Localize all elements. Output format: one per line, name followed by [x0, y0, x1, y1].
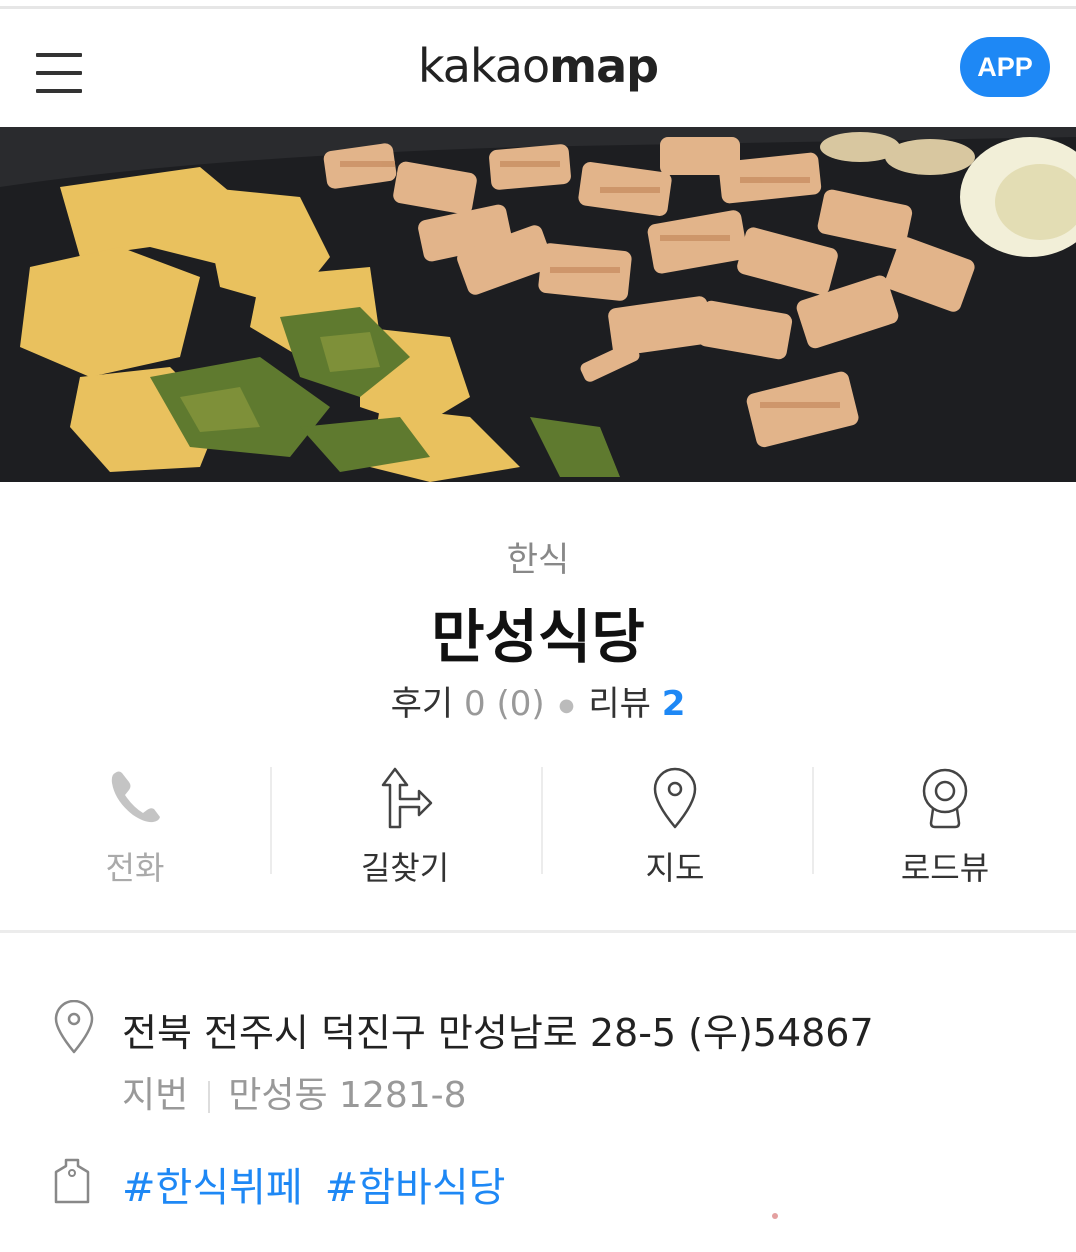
grill-photo-illustration [0, 127, 1076, 482]
blog-reviews-label: 리뷰 [588, 684, 651, 724]
section-divider [0, 930, 1076, 933]
open-app-button[interactable]: APP [960, 37, 1050, 97]
phone-icon [111, 771, 160, 823]
roadview-button[interactable]: 로드뷰 [810, 765, 1076, 887]
jibun-address: 지번 만성동 1281-8 [122, 1066, 467, 1118]
reviews-count: 0 (0) [464, 684, 545, 724]
jibun-separator [208, 1081, 211, 1113]
place-title: 만성식당 [431, 603, 645, 671]
jibun-label: 지번 [122, 1075, 189, 1116]
blog-reviews-count: 2 [661, 684, 686, 724]
roadview-icon [922, 768, 968, 829]
kakaomap-logo[interactable]: kakaomap [0, 39, 1076, 93]
decorative-dot [772, 1213, 778, 1219]
logo-light-text: kakao [417, 39, 550, 93]
reviews-label: 후기 [390, 684, 454, 724]
action-divider [541, 767, 543, 874]
action-divider [812, 767, 814, 874]
separator-dot: ● [558, 695, 575, 716]
directions-icon [381, 767, 433, 829]
blog-reviews-link[interactable]: 리뷰 2 [588, 684, 685, 724]
tag-icon [54, 1158, 90, 1204]
reviews-link[interactable]: 후기 0 (0) [391, 684, 545, 724]
tag-link[interactable]: #함바식당 [325, 1165, 506, 1211]
place-category: 한식 [506, 540, 570, 580]
jibun-value: 만성동 1281-8 [228, 1075, 467, 1116]
place-photo[interactable] [0, 127, 1076, 482]
action-divider [270, 767, 272, 874]
directions-label: 길찾기 [360, 849, 450, 887]
tag-list: #한식뷔페 #함바식당 [122, 1155, 527, 1213]
map-button[interactable]: 지도 [540, 765, 810, 887]
location-pin-icon [54, 1000, 94, 1054]
roadview-label: 로드뷰 [900, 849, 990, 887]
call-button[interactable]: 전화 [0, 765, 270, 887]
app-header: kakaomap APP [0, 9, 1076, 127]
action-bar: 전화 길찾기 지도 로드뷰 [0, 765, 1076, 887]
tag-link[interactable]: #한식뷔페 [122, 1165, 303, 1211]
call-label: 전화 [105, 849, 165, 887]
map-label: 지도 [645, 849, 705, 887]
review-stats: 후기 0 (0) ● 리뷰 2 [0, 676, 1076, 725]
address-text: 전북 전주시 덕진구 만성남로 28-5 (우)54867 [122, 1011, 874, 1055]
logo-bold-text: map [549, 39, 659, 93]
map-pin-icon [653, 767, 697, 829]
directions-button[interactable]: 길찾기 [270, 765, 540, 887]
